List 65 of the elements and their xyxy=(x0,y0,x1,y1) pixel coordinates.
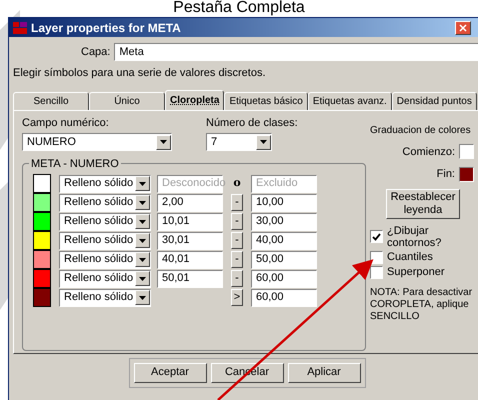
numeric-field-dropdown[interactable]: NUMERO xyxy=(22,133,172,151)
range-from-field[interactable]: 2,00 xyxy=(157,194,223,212)
checkbox-label: Superponer xyxy=(387,266,446,278)
window-title: Layer properties for META xyxy=(31,20,182,36)
fill-style-dropdown[interactable]: Relleno sólido xyxy=(59,232,151,250)
fill-style-dropdown[interactable]: Relleno sólido xyxy=(59,270,151,288)
checkbox[interactable] xyxy=(370,266,383,278)
start-color-label: Comienzo: xyxy=(402,144,455,160)
tab[interactable]: Etiquetas avanz. xyxy=(308,92,392,110)
end-color-swatch[interactable] xyxy=(459,166,474,182)
range-separator: - xyxy=(231,251,243,268)
range-separator: - xyxy=(231,194,243,211)
tab[interactable]: Densidad puntos xyxy=(392,92,477,110)
close-button[interactable] xyxy=(455,20,471,34)
fill-style-dropdown[interactable]: Relleno sólido xyxy=(59,174,151,192)
range-separator: - xyxy=(231,213,243,230)
color-swatch[interactable] xyxy=(33,250,51,269)
range-separator: - xyxy=(231,270,243,287)
slide-caption: Pestaña Completa xyxy=(173,0,305,16)
tab[interactable]: Cloropleta xyxy=(165,90,224,110)
class-count-dropdown[interactable]: 7 xyxy=(206,133,272,151)
range-to-field[interactable]: 30,00 xyxy=(251,212,317,230)
range-separator: - xyxy=(231,232,243,249)
fill-style-dropdown[interactable]: Relleno sólido xyxy=(59,250,151,268)
end-color-label: Fin: xyxy=(436,167,455,182)
checkbox[interactable] xyxy=(370,250,383,264)
color-swatch[interactable] xyxy=(33,193,51,212)
numeric-field-label: Campo numérico: xyxy=(22,116,110,130)
layer-field[interactable]: Meta xyxy=(114,43,478,61)
close-icon xyxy=(459,24,467,32)
range-separator: o xyxy=(232,175,242,192)
range-from-field[interactable]: 50,01 xyxy=(157,270,223,288)
tab[interactable]: Único xyxy=(89,92,165,110)
color-swatch[interactable] xyxy=(33,212,51,231)
checkbox-label: ¿Dibujar contornos? xyxy=(387,224,442,248)
color-swatch[interactable] xyxy=(33,288,51,307)
fill-style-dropdown[interactable]: Relleno sólido xyxy=(59,288,151,306)
checkbox-label: Cuantiles xyxy=(387,251,434,263)
description-text: Elegir símbolos para una serie de valores discretos. xyxy=(13,66,267,81)
class-count-label: Número de clases: xyxy=(206,116,298,130)
range-from-field[interactable]: 10,01 xyxy=(157,212,223,230)
range-to-field[interactable]: 60,00 xyxy=(251,288,317,306)
range-from-field[interactable]: 40,01 xyxy=(157,250,223,268)
color-swatch[interactable] xyxy=(33,231,51,250)
fill-style-dropdown[interactable]: Relleno sólido xyxy=(59,194,151,212)
range-to-field[interactable]: 10,00 xyxy=(251,194,317,212)
reset-legend-button[interactable]: Reestablecer leyenda xyxy=(386,188,460,218)
tab[interactable]: Etiquetas básico xyxy=(224,92,308,110)
range-separator: > xyxy=(231,289,243,306)
layer-label: Capa: xyxy=(81,44,110,60)
checkbox[interactable] xyxy=(370,230,383,243)
range-to-field[interactable]: 60,00 xyxy=(251,270,317,288)
fill-style-dropdown[interactable]: Relleno sólido xyxy=(59,212,151,230)
range-to-field[interactable]: 50,00 xyxy=(251,250,317,268)
dialog-button[interactable]: Aplicar xyxy=(288,362,360,382)
dialog-button[interactable]: Aceptar xyxy=(134,362,206,382)
tab[interactable]: Sencillo xyxy=(13,92,89,110)
range-from-field[interactable]: 30,01 xyxy=(157,232,223,250)
color-swatch[interactable] xyxy=(33,174,51,193)
note-text: NOTA: Para desactivar COROPLETA, aplique SENCILLO xyxy=(370,286,474,322)
color-swatch[interactable] xyxy=(33,269,51,288)
range-to-field[interactable]: 40,00 xyxy=(251,232,317,250)
start-color-swatch[interactable] xyxy=(459,144,474,160)
gradient-heading: Graduacion de colores xyxy=(370,124,472,138)
app-logo-icon xyxy=(13,22,27,34)
